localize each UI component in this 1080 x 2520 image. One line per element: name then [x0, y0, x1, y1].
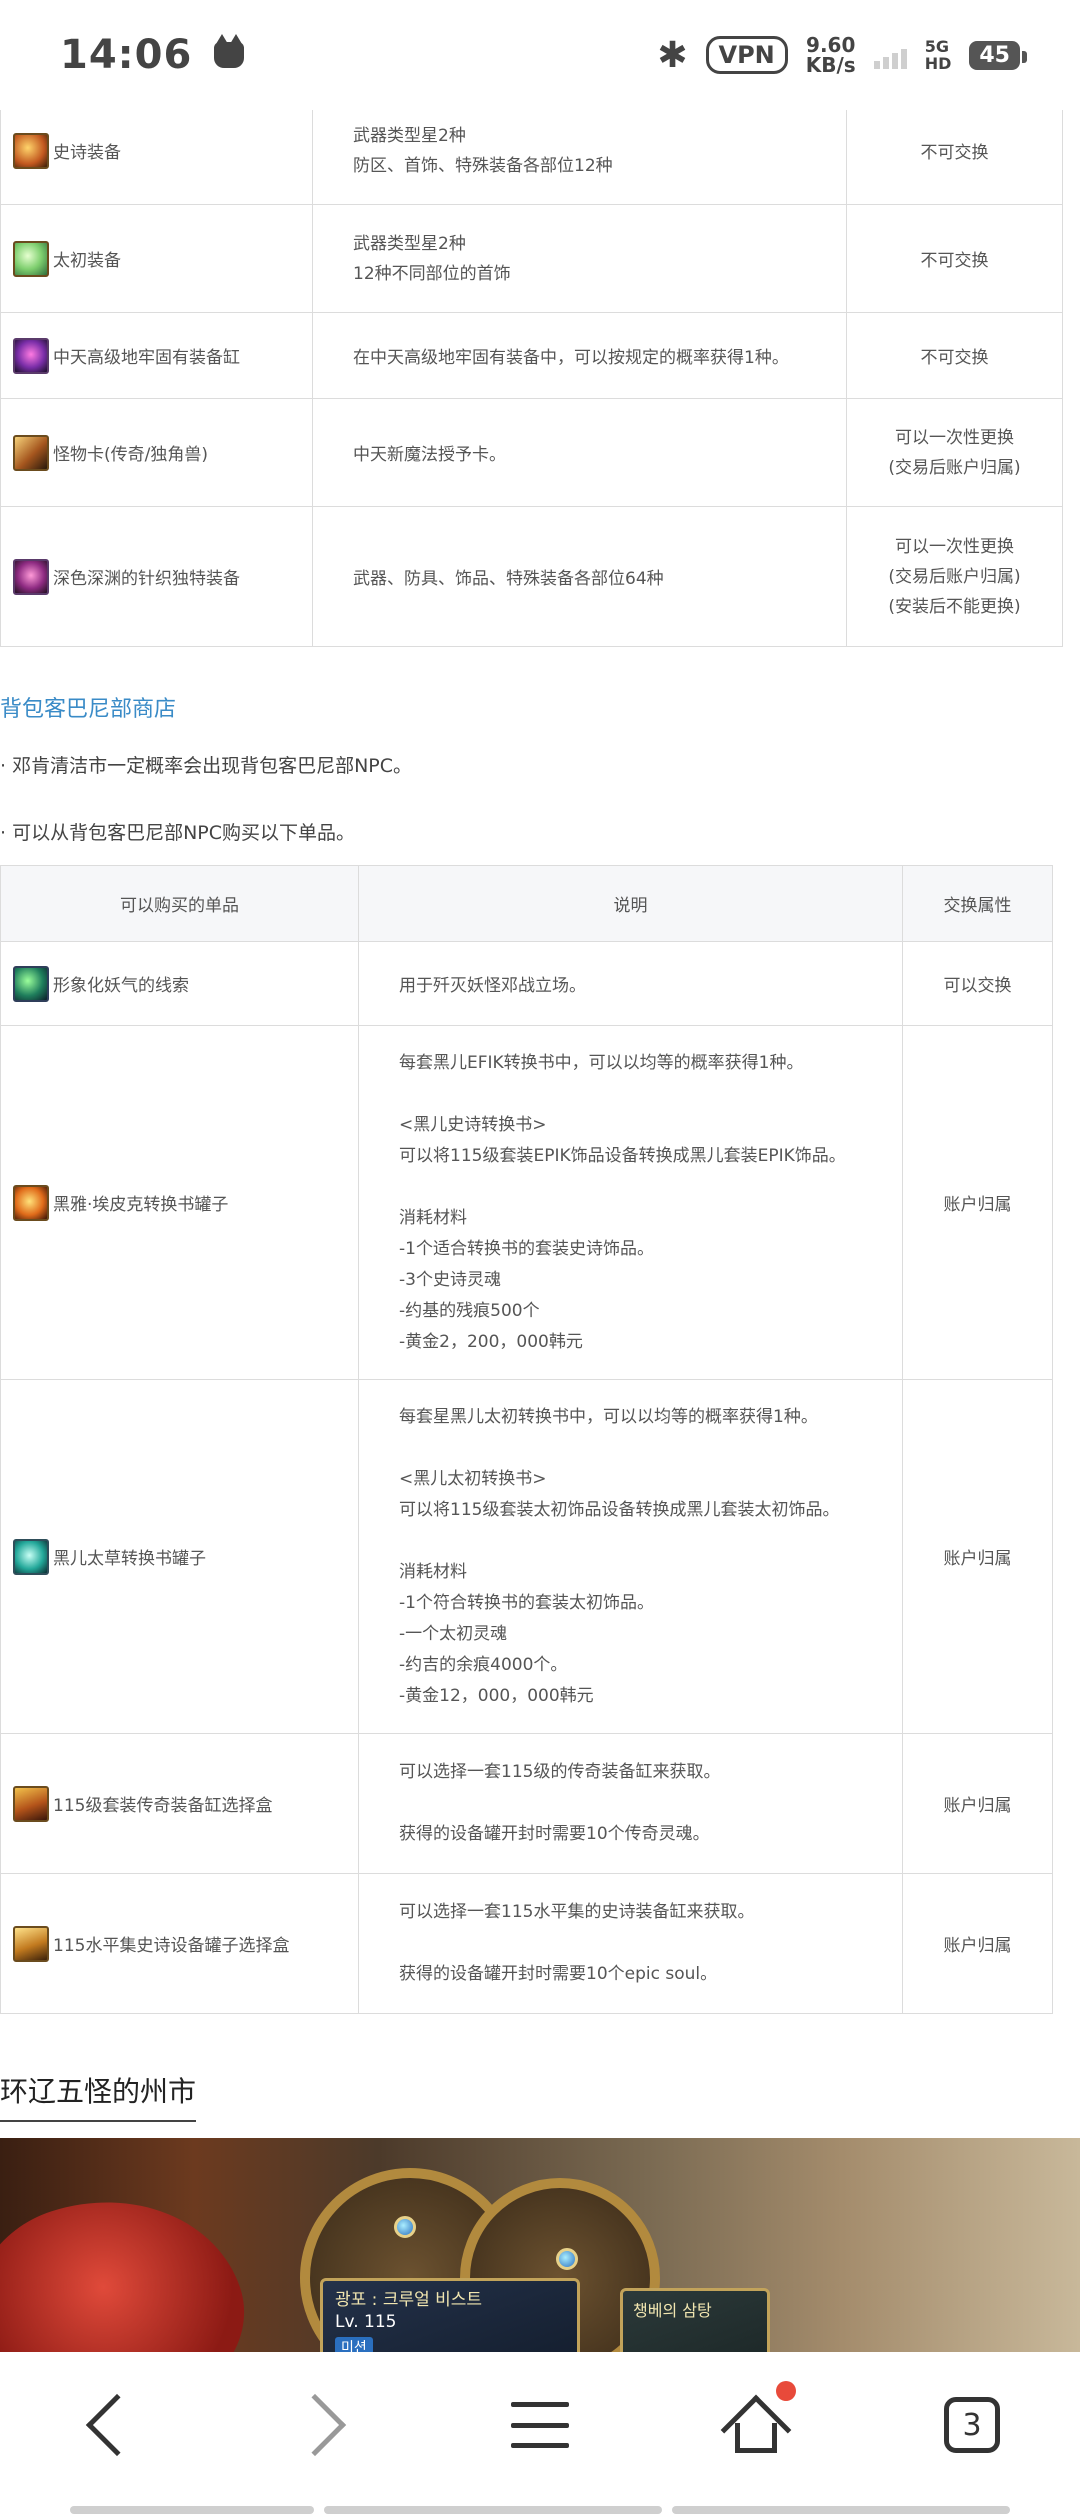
table-header: 可以购买的单品 说明 交换属性	[0, 865, 1053, 942]
gesture-bar	[0, 2506, 1080, 2514]
bluetooth-icon: ✱	[657, 34, 688, 76]
item-name: 115级套装传奇装备缸选择盒	[53, 1796, 273, 1816]
item-name: 中天高级地牢固有装备缸	[53, 348, 240, 368]
abyss-equipment-icon	[13, 558, 49, 595]
clock: 14:06	[60, 32, 193, 78]
epic-equipment-icon	[13, 132, 49, 169]
col-header-attr: 交换属性	[902, 865, 1053, 942]
signal-strength-icon	[873, 41, 907, 69]
vpn-badge: VPN	[705, 36, 788, 74]
table-row: 115水平集史诗设备罐子选择盒 可以选择一套115水平集的史诗装备缸来获取。 获…	[0, 1873, 1053, 2014]
chevron-right-icon	[283, 2393, 347, 2457]
menu-icon	[511, 2402, 569, 2448]
network-speed: 9.60 KB/s	[805, 33, 856, 77]
shop-section-title[interactable]: 背包客巴尼部商店	[0, 691, 1080, 723]
monster-card-icon	[13, 434, 49, 471]
table-row: 黑儿太草转换书罐子 每套星黑儿太初转换书中，可以以均等的概率获得1种。 <黑儿太…	[0, 1379, 1053, 1734]
epic-converter-jar-icon	[13, 1184, 49, 1221]
gem-icon	[394, 2216, 416, 2238]
item-name: 115水平集史诗设备罐子选择盒	[53, 1936, 290, 1956]
table-row: 怪物卡(传奇/独角兽) 中天新魔法授予卡。 可以一次性更换 (交易后账户归属)	[0, 398, 1063, 507]
item-name: 黑儿太草转换书罐子	[53, 1549, 206, 1569]
dungeon-urn-icon	[13, 337, 49, 374]
chevron-left-icon	[85, 2393, 149, 2457]
tabs-button[interactable]: 3	[922, 2375, 1022, 2475]
browser-bottom-nav: 3	[0, 2352, 1080, 2520]
item-name: 深色深渊的针织独特装备	[53, 569, 240, 589]
menu-button[interactable]	[490, 2375, 590, 2475]
shop-note-1: · 邓肯清洁市一定概率会出现背包客巴尼部NPC。	[0, 755, 413, 777]
notification-dot	[776, 2381, 796, 2401]
col-header-item: 可以购买的单品	[0, 865, 359, 942]
network-type: 5G HD	[924, 37, 952, 73]
tabs-count: 3	[944, 2397, 1000, 2453]
status-bar: 14:06 ✱ VPN 9.60 KB/s 5G HD 45	[0, 0, 1080, 110]
table-row: 深色深渊的针织独特装备 武器、防具、饰品、特殊装备各部位64种 可以一次性更换(…	[0, 506, 1063, 647]
item-name: 黑雅·埃皮克转换书罐子	[53, 1195, 229, 1215]
back-button[interactable]	[58, 2375, 158, 2475]
table-row: 黑雅·埃皮克转换书罐子 每套黑儿EFIK转换书中，可以以均等的概率获得1种。 <…	[0, 1025, 1053, 1380]
item-name: 史诗装备	[53, 143, 121, 163]
gem-icon	[556, 2248, 578, 2270]
page-content: 史诗装备 武器类型星2种 防区、首饰、特殊装备各部位12种 不可交换 太初装备 武…	[0, 96, 1080, 2122]
clue-icon	[13, 965, 49, 1002]
legendary-box-icon	[13, 1785, 49, 1822]
cat-icon	[214, 34, 245, 68]
equipment-table: 史诗装备 武器类型星2种 防区、首饰、特殊装备各部位12种 不可交换 太初装备 武…	[0, 96, 1063, 647]
table-row: 史诗装备 武器类型星2种 防区、首饰、特殊装备各部位12种 不可交换	[0, 96, 1063, 205]
section-heading: 环辽五怪的州市	[0, 2070, 197, 2122]
shop-note-2: · 可以从背包客巴尼部NPC购买以下单品。	[0, 822, 356, 844]
forward-button[interactable]	[274, 2375, 374, 2475]
home-button[interactable]	[706, 2375, 806, 2475]
table-row: 中天高级地牢固有装备缸 在中天高级地牢固有装备中，可以按规定的概率获得1种。 不…	[0, 312, 1063, 399]
shop-table: 可以购买的单品 说明 交换属性 形象化妖气的线索 用于歼灭妖怪邓战立场。 可以交…	[0, 865, 1053, 2014]
epic-box-icon	[13, 1925, 49, 1962]
home-icon	[720, 2394, 792, 2466]
table-row: 太初装备 武器类型星2种 12种不同部位的首饰 不可交换	[0, 204, 1063, 313]
myth-equipment-icon	[13, 240, 49, 277]
battery-icon: 45	[969, 40, 1027, 70]
item-name: 怪物卡(传奇/独角兽)	[53, 445, 208, 465]
item-name: 形象化妖气的线索	[53, 976, 189, 996]
table-row: 115级套装传奇装备缸选择盒 可以选择一套115级的传奇装备缸来获取。 获得的设…	[0, 1733, 1053, 1874]
myth-converter-jar-icon	[13, 1538, 49, 1575]
col-header-desc: 说明	[358, 865, 903, 942]
table-row: 形象化妖气的线索 用于歼灭妖怪邓战立场。 可以交换	[0, 941, 1053, 1026]
item-name: 太初装备	[53, 251, 121, 271]
